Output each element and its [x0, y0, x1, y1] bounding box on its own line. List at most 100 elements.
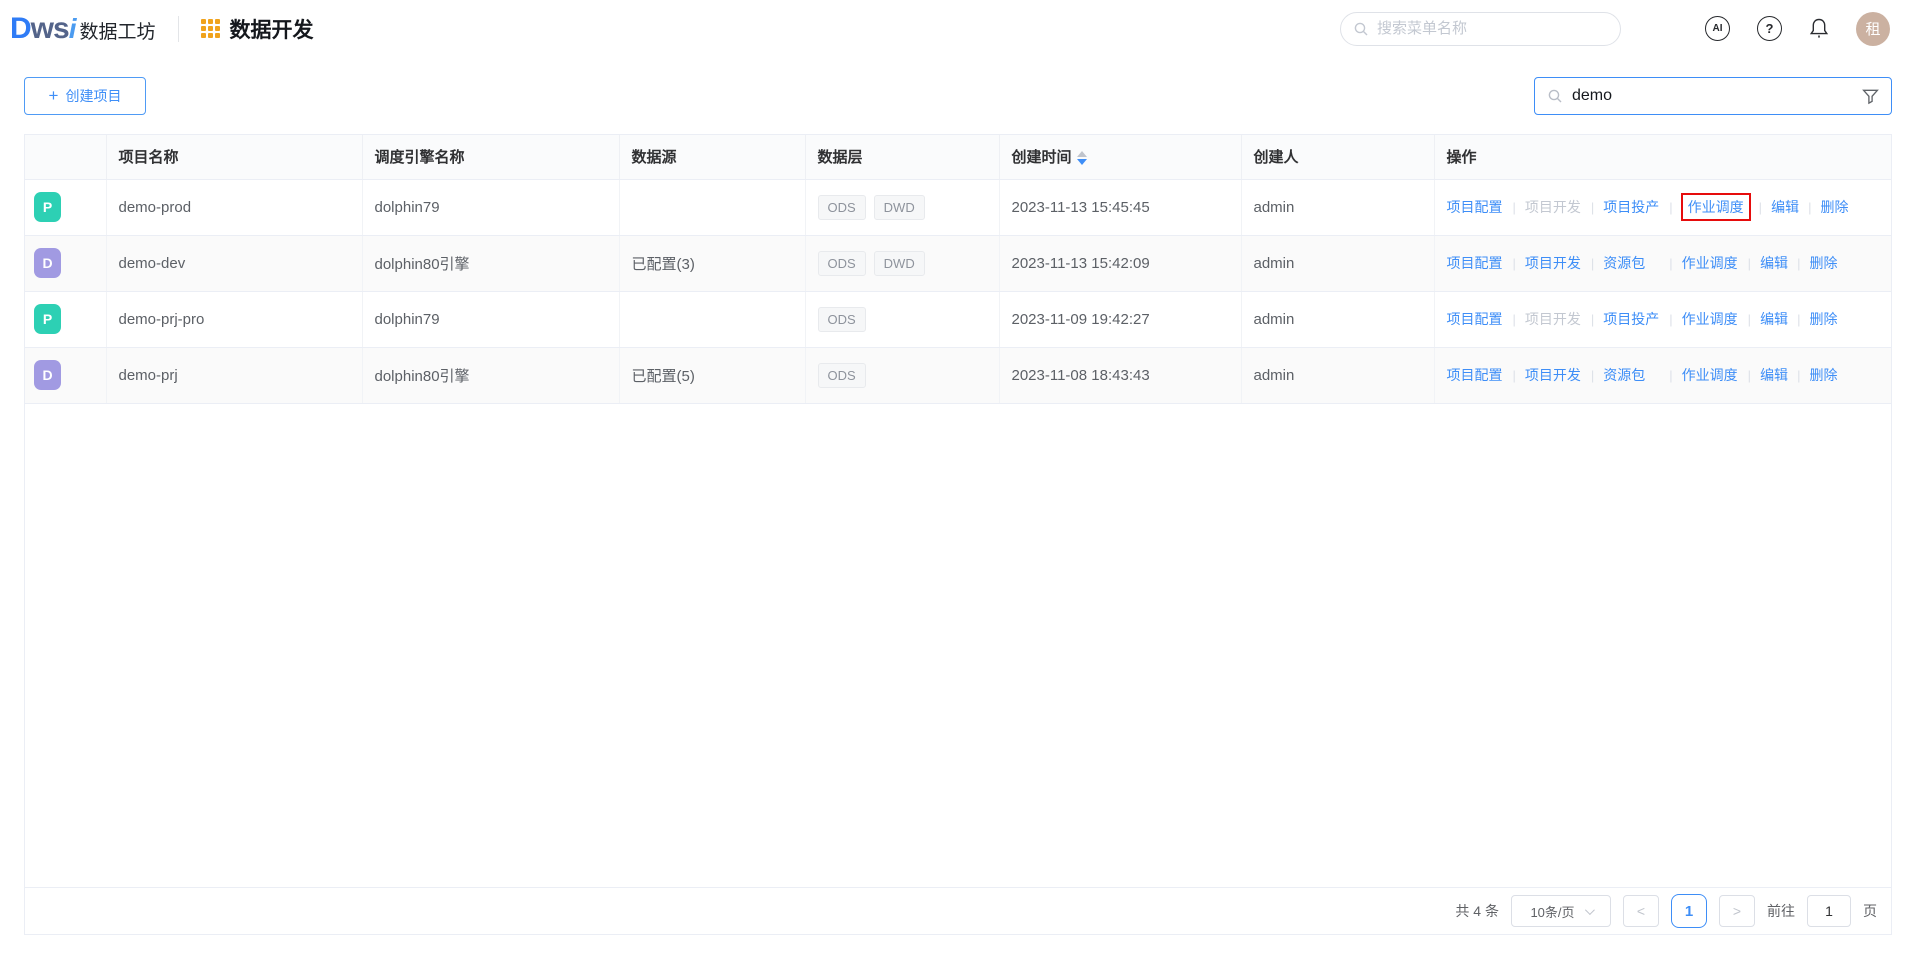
plus-icon: +	[49, 86, 59, 106]
datalayer-cell: ODS	[805, 347, 999, 403]
create-project-label: 创建项目	[65, 86, 121, 106]
action-link[interactable]: 项目配置	[1447, 309, 1504, 329]
action-link[interactable]: 项目投产	[1603, 197, 1660, 217]
engine-name-cell: dolphin79	[362, 179, 619, 235]
action-separator: |	[1591, 256, 1594, 271]
menu-search-input[interactable]	[1377, 20, 1608, 37]
action-link[interactable]: 作业调度	[1681, 193, 1751, 221]
ai-assistant-icon[interactable]: AI	[1705, 16, 1730, 41]
action-link[interactable]: 作业调度	[1682, 253, 1739, 273]
datasource-cell: 已配置(5)	[619, 347, 805, 403]
action-link[interactable]: 项目开发	[1525, 365, 1582, 385]
action-link[interactable]: 编辑	[1760, 365, 1788, 385]
action-separator: |	[1669, 312, 1672, 327]
app-menu[interactable]: 数据开发	[201, 14, 314, 44]
creator-cell: admin	[1241, 347, 1434, 403]
page-size-select[interactable]: 10条/页	[1511, 895, 1611, 927]
action-link[interactable]: 删除	[1809, 309, 1837, 329]
chevron-down-icon	[1584, 905, 1594, 915]
action-link[interactable]: 删除	[1809, 365, 1837, 385]
action-link[interactable]: 作业调度	[1682, 309, 1739, 329]
page-size-value: 10条/页	[1530, 902, 1574, 921]
column-label: 创建时间	[1012, 149, 1072, 166]
action-link[interactable]: 编辑	[1760, 253, 1788, 273]
action-link[interactable]: 项目配置	[1447, 197, 1504, 217]
action-link[interactable]: 删除	[1820, 197, 1848, 217]
action-link[interactable]: 项目开发	[1525, 253, 1582, 273]
action-link[interactable]: 资源包	[1603, 365, 1660, 385]
action-separator: |	[1748, 312, 1751, 327]
action-link[interactable]: 项目投产	[1603, 309, 1660, 329]
action-separator: |	[1513, 256, 1516, 271]
table-row: Ddemo-devdolphin80引擎已配置(3)ODSDWD2023-11-…	[25, 235, 1891, 291]
column-header-actions: 操作	[1434, 135, 1891, 179]
column-header-creator: 创建人	[1241, 135, 1434, 179]
create-project-button[interactable]: + 创建项目	[24, 77, 146, 115]
sort-ascending-icon[interactable]	[1077, 151, 1087, 157]
created-time-cell: 2023-11-13 15:42:09	[999, 235, 1241, 291]
creator-cell: admin	[1241, 179, 1434, 235]
action-separator: |	[1513, 368, 1516, 383]
datalayer-cell: ODSDWD	[805, 235, 999, 291]
action-link[interactable]: 编辑	[1771, 197, 1799, 217]
created-time-cell: 2023-11-08 18:43:43	[999, 347, 1241, 403]
project-filter-input[interactable]	[1572, 87, 1862, 105]
table-empty-space	[25, 404, 1891, 888]
page-title: 数据开发	[230, 14, 314, 44]
action-separator: |	[1591, 200, 1594, 215]
action-link[interactable]: 资源包	[1603, 253, 1660, 273]
filter-funnel-icon[interactable]	[1862, 88, 1879, 105]
goto-page-input[interactable]	[1807, 895, 1851, 927]
project-filter-box[interactable]	[1534, 77, 1892, 115]
action-link[interactable]: 编辑	[1760, 309, 1788, 329]
total-count-label: 共 4 条	[1455, 901, 1499, 921]
user-avatar[interactable]: 租	[1856, 12, 1890, 46]
action-link[interactable]: 删除	[1809, 253, 1837, 273]
datasource-cell	[619, 179, 805, 235]
search-icon	[1547, 88, 1563, 104]
help-icon[interactable]: ?	[1757, 16, 1782, 41]
menu-search-box[interactable]	[1340, 12, 1621, 46]
current-page-button[interactable]: 1	[1671, 894, 1707, 928]
notification-bell-icon[interactable]	[1809, 17, 1829, 40]
engine-name-cell: dolphin80引擎	[362, 235, 619, 291]
action-separator: |	[1797, 256, 1800, 271]
datasource-cell	[619, 291, 805, 347]
logo-brand-text: 数据工坊	[79, 17, 155, 44]
column-header-engine: 调度引擎名称	[362, 135, 619, 179]
app-logo[interactable]: Dwsi 数据工坊	[10, 12, 156, 46]
grid-menu-icon	[201, 19, 220, 38]
next-page-button[interactable]: >	[1719, 895, 1755, 927]
header-divider	[178, 16, 179, 42]
sort-caret[interactable]	[1077, 151, 1087, 165]
project-type-cell: P	[25, 291, 106, 347]
engine-name-cell: dolphin80引擎	[362, 347, 619, 403]
creator-cell: admin	[1241, 291, 1434, 347]
search-icon	[1353, 21, 1369, 37]
actions-cell: 项目配置|项目开发|项目投产|作业调度|编辑|删除	[1434, 291, 1891, 347]
top-header: Dwsi 数据工坊 数据开发 AI ? 租	[0, 0, 1920, 57]
pagination-bar: 共 4 条 10条/页 < 1 > 前往 页	[25, 887, 1891, 934]
action-link[interactable]: 作业调度	[1682, 365, 1739, 385]
action-separator: |	[1808, 200, 1811, 215]
column-header-datalayer: 数据层	[805, 135, 999, 179]
action-link[interactable]: 项目配置	[1447, 365, 1504, 385]
action-separator: |	[1748, 256, 1751, 271]
column-label: 项目名称	[119, 149, 179, 166]
project-name-cell: demo-prod	[106, 179, 362, 235]
datalayer-cell: ODS	[805, 291, 999, 347]
table-row: Ddemo-prjdolphin80引擎已配置(5)ODS2023-11-08 …	[25, 347, 1891, 403]
project-type-badge: D	[34, 360, 61, 390]
layer-tag: DWD	[874, 251, 925, 276]
sort-descending-icon[interactable]	[1077, 159, 1087, 165]
project-name-cell: demo-prj-pro	[106, 291, 362, 347]
column-label: 数据源	[632, 149, 677, 166]
prev-page-button[interactable]: <	[1623, 895, 1659, 927]
project-type-badge: P	[34, 192, 61, 222]
page-unit-label: 页	[1863, 901, 1877, 921]
action-separator: |	[1591, 368, 1594, 383]
column-label: 数据层	[818, 149, 863, 166]
action-separator: |	[1759, 200, 1762, 215]
action-link[interactable]: 项目配置	[1447, 253, 1504, 273]
action-separator: |	[1591, 312, 1594, 327]
